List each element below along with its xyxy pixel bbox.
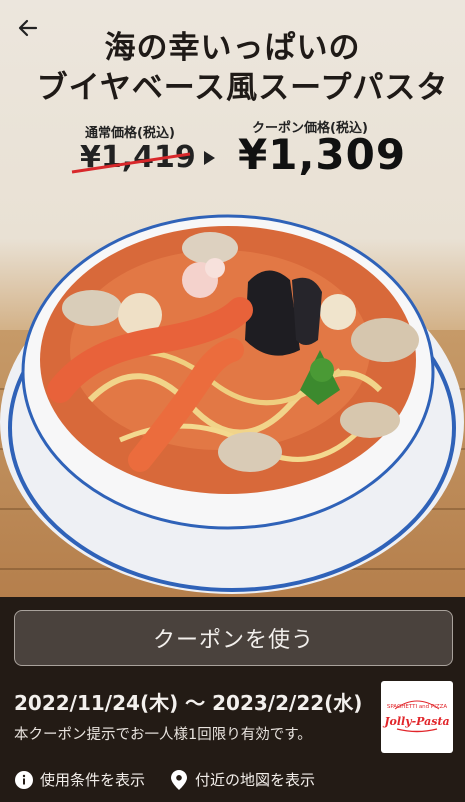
svg-text:SPAGHETTI and PIZZA: SPAGHETTI and PIZZA [387,704,448,710]
footer-links: 使用条件を表示 付近の地図を表示 [14,769,315,790]
validity-period: 2022/11/24(木) 〜 2023/2/22(水) [14,691,363,715]
usage-note: 本クーポン提示でお一人様1回限り有効です。 [14,727,312,743]
price-arrow-icon [204,151,215,165]
use-coupon-button[interactable]: クーポンを使う [14,610,453,666]
brand-logo: SPAGHETTI and PIZZA Jolly-Pasta [381,681,453,753]
svg-text:Jolly-Pasta: Jolly-Pasta [382,715,449,728]
regular-price-label: 通常価格(税込) [85,126,175,141]
coupon-panel: クーポンを使う 2022/11/24(木) 〜 2023/2/22(水) 本クー… [0,597,465,802]
product-title-line2: ブイヤベース風スープパスタ [36,70,449,106]
map-link[interactable]: 付近の地図を表示 [169,769,315,790]
terms-link[interactable]: 使用条件を表示 [14,769,145,790]
pasta-dish-image [0,214,464,594]
product-title-line1: 海の幸いっぱいの [104,30,361,66]
jolly-pasta-logo-icon: SPAGHETTI and PIZZA Jolly-Pasta [382,700,450,733]
regular-price: ¥1,419 [80,140,196,175]
info-icon [14,770,34,790]
coupon-hero-image: 海の幸いっぱいの ブイヤベース風スープパスタ 通常価格(税込) ¥1,419 ク… [0,0,465,597]
map-link-label: 付近の地図を表示 [195,771,316,789]
map-pin-icon [169,769,189,790]
coupon-price: ¥1,309 [238,130,407,179]
terms-link-label: 使用条件を表示 [40,771,146,789]
coupon-screen: 海の幸いっぱいの ブイヤベース風スープパスタ 通常価格(税込) ¥1,419 ク… [0,0,465,802]
